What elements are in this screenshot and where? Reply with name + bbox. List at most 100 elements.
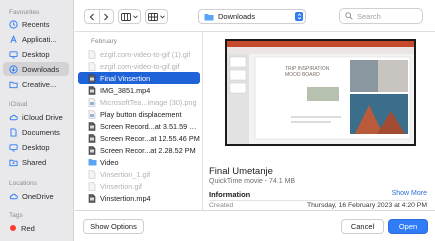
show-more-link[interactable]: Show More: [392, 190, 427, 197]
group-by-button[interactable]: [145, 9, 168, 24]
video-file-icon: [88, 73, 96, 83]
file-row[interactable]: Play button displacement: [78, 108, 200, 120]
gif-file-icon: [88, 49, 96, 59]
file-row[interactable]: Vinstertion.mp4: [78, 192, 200, 204]
sidebar-item-shared[interactable]: Shared: [3, 155, 69, 169]
file-row[interactable]: MicrosoftTea...image (30).png: [78, 96, 200, 108]
file-row[interactable]: Final Vinsertion: [78, 72, 200, 84]
column-view-button[interactable]: [118, 9, 141, 24]
red-tag-dot-icon: [10, 225, 16, 231]
sidebar-item-icloud-drive[interactable]: iCloud Drive: [3, 110, 69, 124]
downloads-icon: [9, 64, 18, 74]
file-name: MicrosoftTea...image (30).png: [100, 97, 197, 107]
video-file-icon: [88, 193, 96, 203]
back-button[interactable]: [85, 10, 99, 23]
sidebar-tag-red[interactable]: Red: [3, 221, 69, 235]
search-field[interactable]: [339, 8, 423, 24]
applications-icon: [9, 34, 18, 44]
search-input[interactable]: [357, 11, 417, 21]
chevron-left-icon: [89, 13, 94, 20]
sidebar: Favourites Recents Applicati... Desktop …: [0, 0, 74, 241]
presentation-screenshot: TRIP INSPIRATION MOOD BOARD: [227, 41, 414, 144]
folder-icon: [88, 158, 97, 167]
file-name: Screen Recor...at 12.55.46 PM: [100, 133, 200, 143]
file-row[interactable]: Screen Recor...at 12.55.46 PM: [78, 132, 200, 144]
file-row[interactable]: IMG_3851.mp4: [78, 84, 200, 96]
preview-title: Final Umetanje: [209, 166, 273, 177]
bottom-bar: Show Options Cancel Open: [75, 210, 435, 241]
video-file-icon: [88, 85, 96, 95]
created-value: Thursday, 16 February 2023 at 4:20 PM: [306, 202, 427, 209]
folder-icon: [9, 80, 18, 89]
file-name: Vinstertion.mp4: [100, 193, 151, 203]
toolbar: Downloads: [75, 0, 435, 32]
sidebar-item-creative[interactable]: Creative...: [3, 77, 69, 91]
image-file-icon: [88, 97, 96, 107]
file-row[interactable]: Video: [78, 156, 200, 168]
file-row[interactable]: Vinsertion_1.gif: [78, 168, 200, 180]
sidebar-item-label: Documents: [22, 127, 60, 137]
chevron-down-icon: [133, 14, 138, 18]
file-name: Screen Record...at 3.51.59 PM: [100, 121, 200, 131]
sidebar-item-applications[interactable]: Applicati...: [3, 32, 69, 46]
file-row[interactable]: Screen Recor...at 2.28.52 PM: [78, 144, 200, 156]
file-name: Vinsertion_1.gif: [100, 169, 151, 179]
search-icon: [345, 12, 353, 20]
clock-icon: [9, 19, 18, 29]
gif-file-icon: [88, 169, 96, 179]
location-popup[interactable]: Downloads: [198, 9, 306, 24]
open-button[interactable]: Open: [388, 219, 428, 234]
grid-icon: [148, 12, 158, 21]
sidebar-item-onedrive[interactable]: OneDrive: [3, 189, 69, 203]
preview-pane: TRIP INSPIRATION MOOD BOARD Final Umetan…: [204, 32, 435, 210]
location-label: Downloads: [218, 12, 256, 21]
image-file-icon: [88, 109, 96, 119]
slide-thumbnail-image: [227, 41, 414, 144]
file-row[interactable]: Screen Record...at 3.51.59 PM: [78, 120, 200, 132]
folder-icon: [204, 13, 214, 20]
divider: [209, 200, 427, 201]
sidebar-section-icloud: iCloud: [9, 101, 28, 108]
sidebar-section-locations: Locations: [9, 180, 37, 187]
sidebar-item-label: Applicati...: [22, 34, 57, 44]
sidebar-item-desktop[interactable]: Desktop: [3, 47, 69, 61]
sidebar-item-label: Creative...: [22, 79, 57, 89]
sidebar-section-favourites: Favourites: [9, 9, 40, 16]
file-list-column: February ezgif.com-video-to-gif (1).gif e…: [75, 32, 203, 210]
sidebar-item-label: Desktop: [22, 142, 50, 152]
month-header: February: [91, 38, 118, 45]
show-options-button[interactable]: Show Options: [83, 219, 144, 234]
cloud-icon: [9, 192, 18, 201]
file-row[interactable]: Vinsertion.gif: [78, 180, 200, 192]
sidebar-item-label: Downloads: [22, 64, 60, 74]
file-name: Vinsertion.gif: [100, 181, 143, 191]
cancel-button[interactable]: Cancel: [341, 219, 384, 234]
sidebar-item-downloads[interactable]: Downloads: [3, 62, 69, 76]
document-icon: [9, 127, 18, 137]
sidebar-item-recents[interactable]: Recents: [3, 17, 69, 31]
shared-folder-icon: [9, 158, 18, 167]
sidebar-item-label: Recents: [22, 19, 50, 29]
chevron-right-icon: [104, 13, 109, 20]
sidebar-item-documents[interactable]: Documents: [3, 125, 69, 139]
file-row[interactable]: ezgif.com-video-to-gif (1).gif: [78, 48, 200, 60]
slide-heading: TRIP INSPIRATION MOOD BOARD: [285, 66, 330, 78]
sidebar-section-tags: Tags: [9, 212, 23, 219]
file-name: Screen Recor...at 2.28.52 PM: [100, 145, 196, 155]
desktop-icon: [9, 143, 18, 152]
sidebar-item-icloud-desktop[interactable]: Desktop: [3, 140, 69, 154]
chevron-down-icon: [160, 14, 165, 18]
video-file-icon: [88, 145, 96, 155]
file-row[interactable]: ezgif.com-video-to-gif.gif: [78, 60, 200, 72]
file-name: Final Vinsertion: [100, 73, 151, 83]
sidebar-item-label: Desktop: [22, 49, 50, 59]
video-file-icon: [88, 133, 96, 143]
video-thumbnail: TRIP INSPIRATION MOOD BOARD: [225, 39, 416, 146]
file-name: IMG_3851.mp4: [100, 85, 151, 95]
forward-button[interactable]: [98, 10, 114, 23]
gif-file-icon: [88, 61, 96, 71]
video-file-icon: [88, 121, 96, 131]
preview-subtitle: QuickTime movie - 74.1 MB: [209, 178, 296, 185]
information-heading: Information: [209, 190, 251, 199]
cloud-icon: [9, 113, 18, 122]
